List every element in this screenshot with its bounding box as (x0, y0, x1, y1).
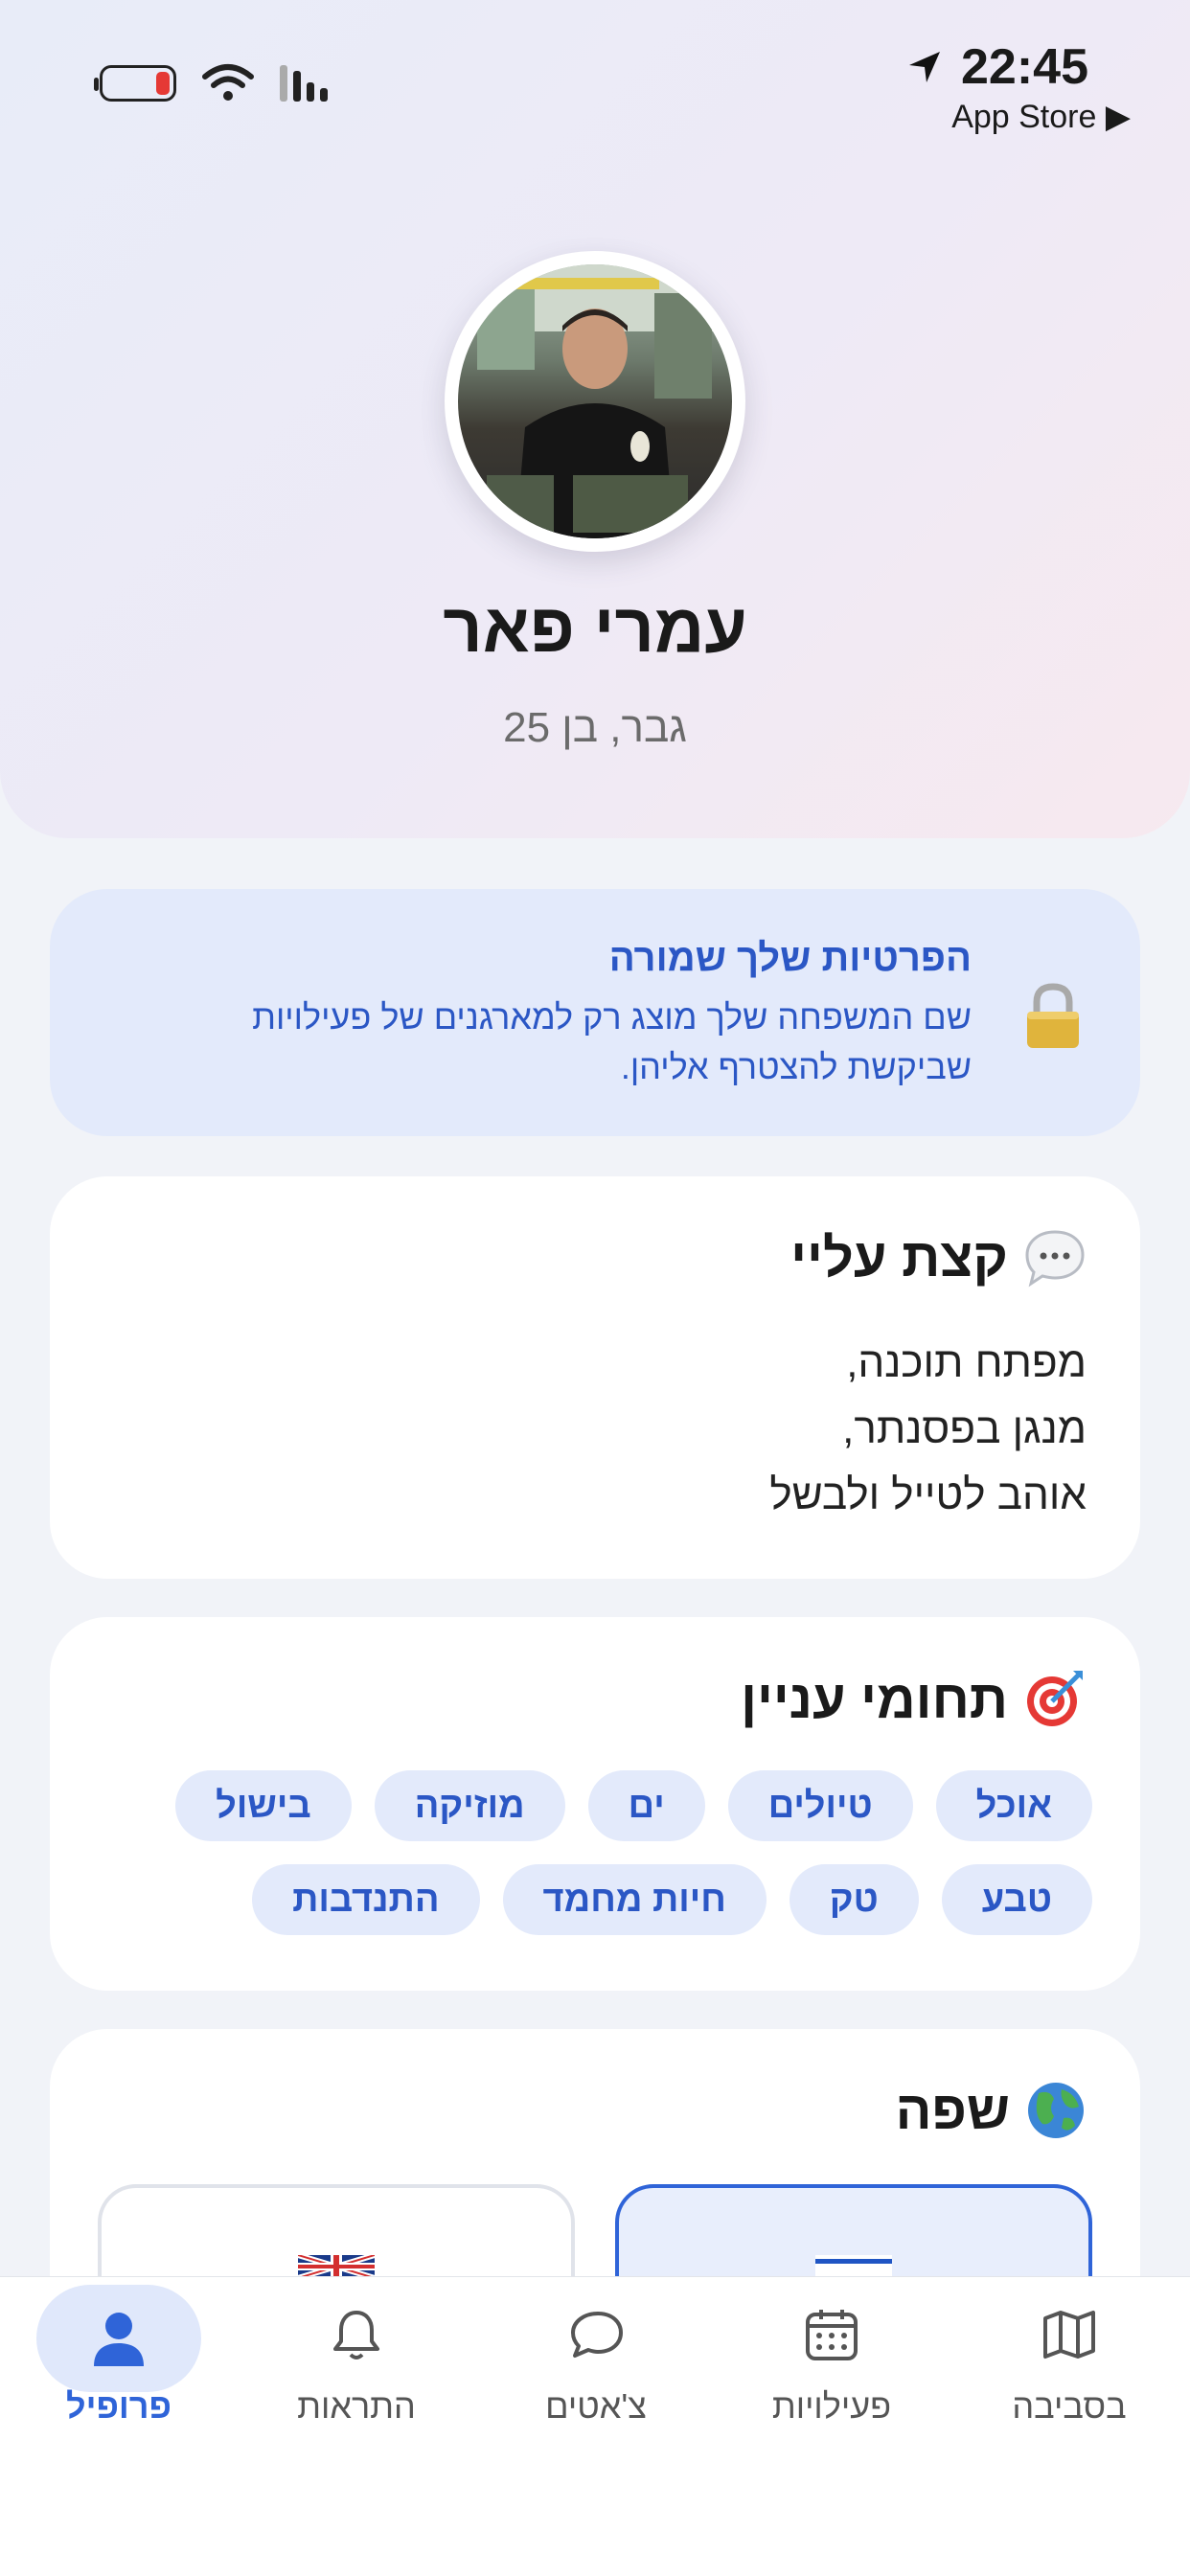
person-icon (94, 2313, 144, 2366)
interest-chip[interactable]: טיולים (727, 1770, 913, 1841)
profile-header: 22:45 App Store ▶ עמרי פאר גבר, בן 25 (0, 0, 1190, 838)
profile-photo (458, 264, 732, 538)
about-header: קצת עליי (790, 1226, 1087, 1288)
map-icon (1043, 2311, 1095, 2359)
tab-label: התראות (297, 2386, 416, 2426)
uk-flag-icon (298, 2255, 375, 2278)
interest-chip[interactable]: ים (587, 1770, 705, 1841)
interest-chip[interactable]: טבע (941, 1864, 1092, 1935)
privacy-body: שם המשפחה שלך מוצג רק למארגנים של פעילוי… (252, 997, 972, 1086)
interests-card: תחומי עניין אוכל טיולים ים מוזיקה בישול … (50, 1617, 1140, 1991)
profile-name: עמרי פאר (443, 590, 747, 667)
about-line: אוהב לטייל ולבשל (769, 1471, 1087, 1518)
back-to-app-store-link[interactable]: App Store ▶ (905, 98, 1131, 136)
tab-label: בסביבה (1012, 2386, 1127, 2426)
avatar[interactable] (445, 251, 745, 552)
about-text: מפתח תוכנה, מנגן בפסנתר, אוהב לטייל ולבש… (769, 1330, 1087, 1528)
target-dart-icon (1027, 1671, 1083, 1726)
tab-label: פרופיל (66, 2386, 172, 2426)
about-me-card: קצת עליי מפתח תוכנה, מנגן בפסנתר, אוהב ל… (50, 1176, 1140, 1579)
interest-chip[interactable]: בישול (175, 1770, 352, 1841)
tab-label: פעילויות (771, 2386, 892, 2426)
language-header: שפה (896, 2079, 1087, 2141)
interests-title: תחומי עניין (741, 1668, 1008, 1729)
interest-chips: אוכל טיולים ים מוזיקה בישול טבע טק חיות … (96, 1770, 1092, 1935)
language-title: שפה (895, 2080, 1010, 2140)
about-line: מנגן בפסנתר, (842, 1405, 1087, 1452)
wifi-icon (202, 64, 254, 101)
privacy-title: הפרטיות שלך שמורה (608, 937, 972, 979)
speech-bubble-icon (1025, 1229, 1085, 1287)
battery-low-icon (94, 65, 176, 102)
interest-chip[interactable]: אוכל (935, 1770, 1092, 1841)
chat-icon (571, 2312, 623, 2358)
about-line: מפתח תוכנה, (846, 1339, 1087, 1386)
interest-chip[interactable]: מוזיקה (374, 1770, 565, 1841)
bell-icon (333, 2311, 379, 2359)
interest-chip[interactable]: חיות מחמד (502, 1864, 767, 1935)
location-arrow-icon (909, 52, 940, 82)
bottom-tab-bar: בסביבה פעילויות צ'אטים התראות פרופיל (0, 2276, 1190, 2576)
interest-chip[interactable]: טק (789, 1864, 919, 1935)
interests-header: תחומי עניין (741, 1667, 1087, 1730)
status-bar-right: 22:45 App Store ▶ (905, 38, 1131, 136)
about-title: קצת עליי (790, 1227, 1008, 1288)
lock-icon (1027, 983, 1079, 1048)
israel-flag-icon (815, 2255, 892, 2278)
status-time: 22:45 (961, 39, 1088, 95)
interest-chip[interactable]: התנדבות (252, 1864, 480, 1935)
privacy-notice-card: הפרטיות שלך שמורה שם המשפחה שלך מוצג רק … (50, 889, 1140, 1136)
status-bar-indicators (94, 63, 328, 103)
tab-label: צ'אטים (545, 2386, 647, 2426)
profile-subtitle: גבר, בן 25 (503, 704, 687, 751)
calendar-icon (806, 2310, 858, 2360)
globe-icon (1028, 2082, 1084, 2138)
cellular-signal-icon (280, 65, 328, 102)
